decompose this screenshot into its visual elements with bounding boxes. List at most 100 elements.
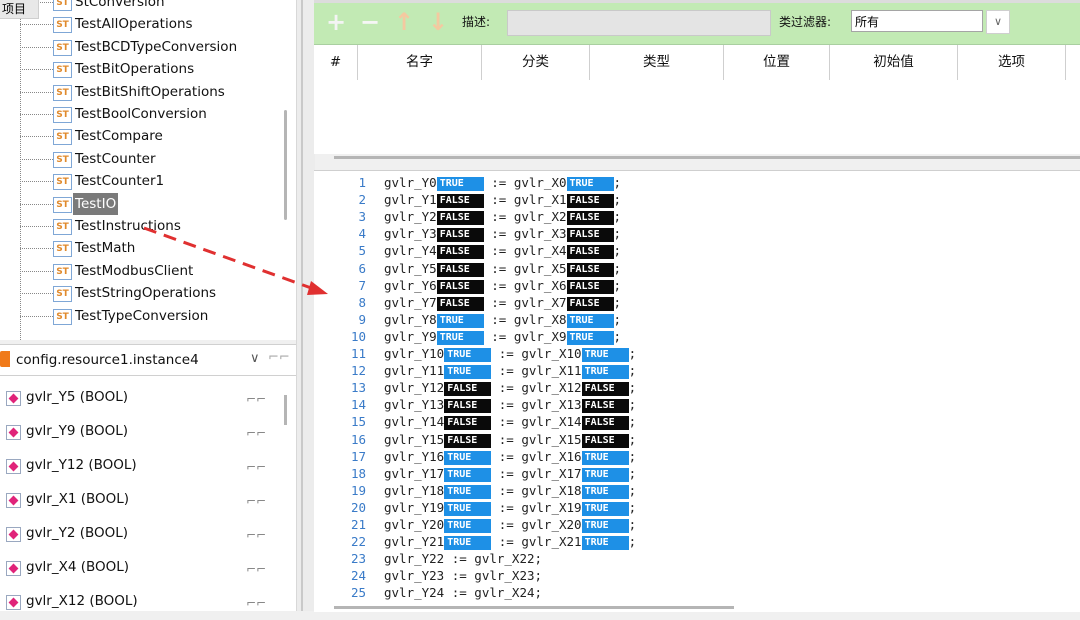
watch-variable-row[interactable]: gvlr_Y2 (BOOL) ⌐⌐ xyxy=(0,518,280,552)
class-filter-select[interactable]: 所有 xyxy=(851,10,983,32)
code-line[interactable]: 17 gvlr_Y16 TRUE := gvlr_X16 TRUE; xyxy=(314,448,1080,465)
code-variable[interactable]: gvlr_X9 xyxy=(514,329,567,344)
code-variable[interactable]: gvlr_X20 xyxy=(521,517,581,532)
tree-item[interactable]: ST TestInstructions xyxy=(20,215,280,237)
add-variable-button[interactable]: + xyxy=(326,8,346,36)
grid-column-header[interactable]: 初始值 xyxy=(830,45,958,80)
grid-column-header[interactable]: # xyxy=(314,45,358,80)
watch-glasses-icon[interactable]: ⌐⌐ xyxy=(246,528,266,542)
tree-item[interactable]: ST TestCompare xyxy=(20,125,280,147)
watch-glasses-icon[interactable]: ⌐⌐ xyxy=(246,596,266,610)
move-up-button[interactable]: ↑ xyxy=(394,8,414,36)
tree-item[interactable]: ST TestBitOperations xyxy=(20,58,280,80)
editor-horizontal-scrollbar[interactable] xyxy=(334,606,734,609)
watch-variable-row[interactable]: gvlr_X12 (BOOL) ⌐⌐ xyxy=(0,586,280,620)
code-variable[interactable]: gvlr_X14 xyxy=(521,414,581,429)
code-line[interactable]: 11 gvlr_Y10 TRUE := gvlr_X10 TRUE; xyxy=(314,345,1080,362)
remove-variable-button[interactable]: − xyxy=(360,8,380,36)
code-variable[interactable]: gvlr_Y13 xyxy=(384,397,444,412)
code-line[interactable]: 24 gvlr_Y23 := gvlr_X23; xyxy=(314,567,1080,584)
code-variable[interactable]: gvlr_X3 xyxy=(514,226,567,241)
tree-item[interactable]: ST TestMath xyxy=(20,237,280,259)
watch-glasses-icon[interactable]: ⌐⌐ xyxy=(246,562,266,576)
code-line[interactable]: 3 gvlr_Y2 FALSE := gvlr_X2 FALSE; xyxy=(314,208,1080,226)
variable-grid-body[interactable] xyxy=(314,80,1080,154)
code-variable[interactable]: gvlr_Y21 xyxy=(384,534,444,549)
watch-variable-row[interactable]: gvlr_Y12 (BOOL) ⌐⌐ xyxy=(0,450,280,484)
code-line[interactable]: 7 gvlr_Y6 FALSE := gvlr_X6 FALSE; xyxy=(314,277,1080,294)
grid-column-header[interactable]: 类型 xyxy=(590,45,724,80)
code-variable[interactable]: gvlr_Y16 xyxy=(384,449,444,464)
code-variable[interactable]: gvlr_Y8 xyxy=(384,312,437,327)
code-variable[interactable]: gvlr_X10 xyxy=(521,346,581,361)
description-input[interactable] xyxy=(507,10,771,36)
project-tree-scrollbar[interactable] xyxy=(284,110,287,220)
code-variable[interactable]: gvlr_X15 xyxy=(521,432,581,447)
code-variable[interactable]: gvlr_Y11 xyxy=(384,363,444,378)
code-variable[interactable]: gvlr_Y3 xyxy=(384,226,437,241)
code-variable[interactable]: gvlr_Y18 xyxy=(384,483,444,498)
code-line[interactable]: 15 gvlr_Y14 FALSE := gvlr_X14 FALSE; xyxy=(314,413,1080,431)
code-line[interactable]: 21 gvlr_Y20 TRUE := gvlr_X20 TRUE; xyxy=(314,516,1080,533)
watch-glasses-icon[interactable]: ⌐⌐ xyxy=(246,426,266,440)
grid-column-header[interactable]: 位置 xyxy=(724,45,830,80)
code-variable[interactable]: gvlr_Y19 xyxy=(384,500,444,515)
watch-variable-row[interactable]: gvlr_X1 (BOOL) ⌐⌐ xyxy=(0,484,280,518)
code-variable[interactable]: gvlr_X5 xyxy=(514,261,567,276)
code-variable[interactable]: gvlr_X18 xyxy=(521,483,581,498)
tree-item[interactable]: ST TestBoolConversion xyxy=(20,103,280,125)
code-line[interactable]: 23 gvlr_Y22 := gvlr_X22; xyxy=(314,550,1080,567)
code-variable[interactable]: gvlr_Y15 xyxy=(384,432,444,447)
code-line[interactable]: 2 gvlr_Y1 FALSE := gvlr_X1 FALSE; xyxy=(314,191,1080,209)
code-line[interactable]: 18 gvlr_Y17 TRUE := gvlr_X17 TRUE; xyxy=(314,465,1080,482)
pane-splitter[interactable] xyxy=(296,0,315,611)
code-variable[interactable]: gvlr_X8 xyxy=(514,312,567,327)
code-variable[interactable]: gvlr_Y12 xyxy=(384,380,444,395)
code-line[interactable]: 22 gvlr_Y21 TRUE := gvlr_X21 TRUE; xyxy=(314,533,1080,551)
tree-item[interactable]: ST TestCounter1 xyxy=(20,170,280,192)
tree-item[interactable]: ST TestIO xyxy=(20,192,280,215)
code-variable[interactable]: gvlr_X2 xyxy=(514,209,567,224)
code-line[interactable]: 14 gvlr_Y13 FALSE := gvlr_X13 FALSE; xyxy=(314,396,1080,414)
watch-glasses-icon[interactable]: ⌐⌐ xyxy=(246,460,266,474)
code-line[interactable]: 10 gvlr_Y9 TRUE := gvlr_X9 TRUE; xyxy=(314,328,1080,345)
code-variable[interactable]: gvlr_X4 xyxy=(514,243,567,258)
code-variable[interactable]: gvlr_X12 xyxy=(521,380,581,395)
code-variable[interactable]: gvlr_Y4 xyxy=(384,243,437,258)
code-variable[interactable]: gvlr_X0 xyxy=(514,175,567,190)
code-line[interactable]: 1 gvlr_Y0 TRUE := gvlr_X0 TRUE; xyxy=(314,174,1080,191)
watch-glasses-icon[interactable]: ⌐⌐ xyxy=(246,392,266,406)
code-line[interactable]: 13 gvlr_Y12 FALSE := gvlr_X12 FALSE; xyxy=(314,379,1080,397)
code-variable[interactable]: gvlr_Y5 xyxy=(384,261,437,276)
code-variable[interactable]: gvlr_X21 xyxy=(521,534,581,549)
code-variable[interactable]: gvlr_Y9 xyxy=(384,329,437,344)
code-line[interactable]: 9 gvlr_Y8 TRUE := gvlr_X8 TRUE; xyxy=(314,311,1080,328)
code-line[interactable]: 12 gvlr_Y11 TRUE := gvlr_X11 TRUE; xyxy=(314,362,1080,380)
move-down-button[interactable]: ↓ xyxy=(428,8,448,36)
grid-column-header[interactable]: 选项 xyxy=(958,45,1066,80)
code-variable[interactable]: gvlr_Y0 xyxy=(384,175,437,190)
code-line[interactable]: 19 gvlr_Y18 TRUE := gvlr_X18 TRUE; xyxy=(314,482,1080,499)
code-line[interactable]: 5 gvlr_Y4 FALSE := gvlr_X4 FALSE; xyxy=(314,242,1080,260)
code-line[interactable]: 20 gvlr_Y19 TRUE := gvlr_X19 TRUE; xyxy=(314,499,1080,516)
code-variable[interactable]: gvlr_X13 xyxy=(521,397,581,412)
tree-item[interactable]: ST TestStringOperations xyxy=(20,282,280,304)
variable-list-scrollbar[interactable] xyxy=(284,395,287,425)
watch-variable-row[interactable]: gvlr_Y9 (BOOL) ⌐⌐ xyxy=(0,416,280,450)
watch-variable-row[interactable]: gvlr_X4 (BOOL) ⌐⌐ xyxy=(0,552,280,586)
grid-horizontal-scrollbar[interactable] xyxy=(334,156,1080,159)
code-variable[interactable]: gvlr_Y14 xyxy=(384,414,444,429)
code-variable[interactable]: gvlr_X6 xyxy=(514,278,567,293)
code-line[interactable]: 16 gvlr_Y15 FALSE := gvlr_X15 FALSE; xyxy=(314,431,1080,448)
tree-item[interactable]: ST TestCounter xyxy=(20,148,280,170)
tree-item[interactable]: ST TestBitShiftOperations xyxy=(20,81,280,103)
tree-item[interactable]: ST TestModbusClient xyxy=(20,260,280,282)
code-line[interactable]: 8 gvlr_Y7 FALSE := gvlr_X7 FALSE; xyxy=(314,294,1080,311)
chevron-down-icon[interactable]: ∨ xyxy=(986,10,1010,34)
code-variable[interactable]: gvlr_Y6 xyxy=(384,278,437,293)
tree-item[interactable]: ST TestTypeConversion xyxy=(20,305,280,327)
code-variable[interactable]: gvlr_X11 xyxy=(521,363,581,378)
chevron-down-icon[interactable]: ∨ xyxy=(250,351,260,366)
grid-column-header[interactable]: 分类 xyxy=(482,45,590,80)
code-variable[interactable]: gvlr_Y7 xyxy=(384,295,437,310)
